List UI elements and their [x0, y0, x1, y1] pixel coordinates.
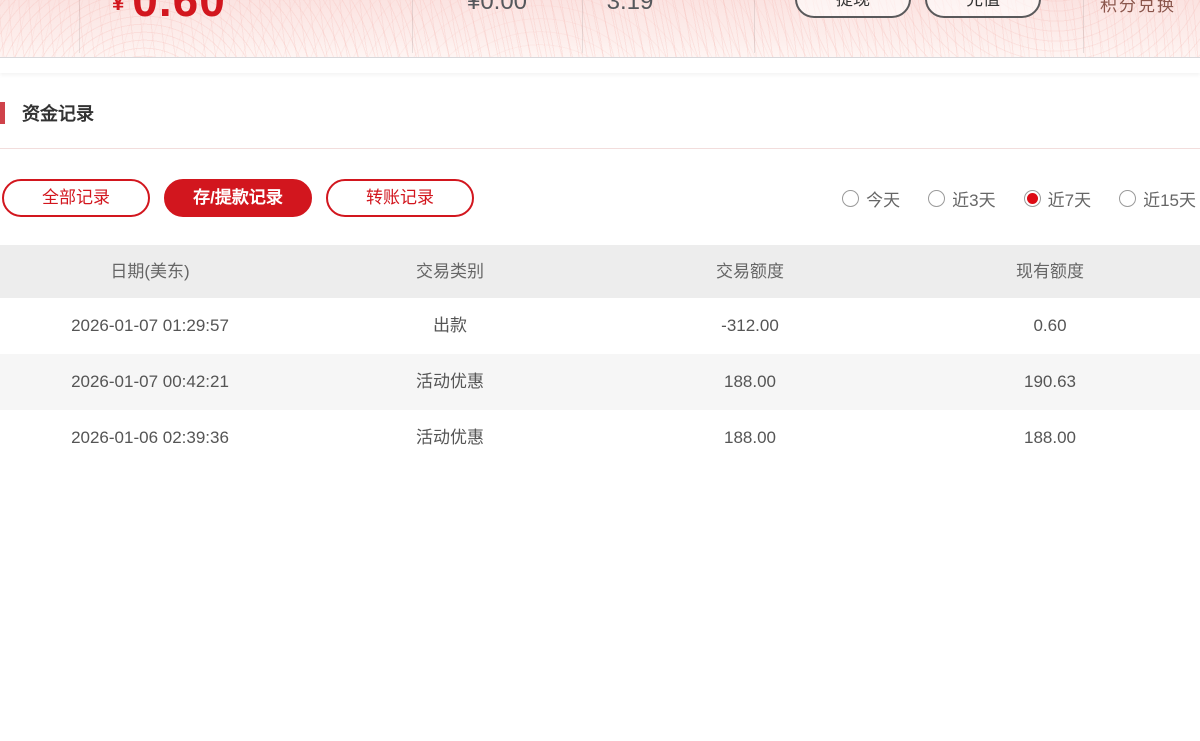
- cell-amount: 188.00: [600, 354, 900, 410]
- table-row: 2026-01-06 02:39:36活动优惠188.00188.00: [0, 410, 1200, 466]
- range-option-近7天[interactable]: 近7天: [1024, 186, 1091, 211]
- table-row: 2026-01-07 01:29:57出款-312.000.60: [0, 298, 1200, 354]
- cell-type: 活动优惠: [300, 410, 600, 466]
- range-label: 今天: [866, 186, 900, 211]
- column-header: 交易额度: [600, 245, 900, 298]
- wallet-balance: ¥0.60: [112, 0, 226, 27]
- cell-amount: -312.00: [600, 298, 900, 354]
- range-label: 近3天: [952, 186, 995, 211]
- cell-date: 2026-01-07 00:42:21: [0, 354, 300, 410]
- cell-date: 2026-01-07 01:29:57: [0, 298, 300, 354]
- banner-divider: [754, 0, 755, 53]
- yen-symbol: ¥: [112, 0, 124, 15]
- table-header-row: 日期(美东)交易类别交易额度现有额度: [0, 245, 1200, 298]
- column-header: 交易类别: [300, 245, 600, 298]
- range-option-近15天[interactable]: 近15天: [1119, 186, 1196, 211]
- range-label: 近7天: [1048, 186, 1091, 211]
- wallet-summary-banner: ¥0.60 ¥0.00 3.19 提现 充值 积分兑换: [0, 0, 1200, 57]
- range-option-今天[interactable]: 今天: [842, 186, 900, 211]
- points-exchange-link[interactable]: 积分兑换: [1100, 0, 1176, 16]
- cell-balance: 190.63: [900, 354, 1200, 410]
- section-accent-bar: [0, 102, 5, 124]
- withdraw-button[interactable]: 提现: [795, 0, 911, 18]
- balance-amount: 0.60: [132, 0, 226, 26]
- wallet-stat-frozen: ¥0.00: [412, 0, 582, 16]
- banner-divider: [79, 0, 80, 53]
- column-header: 现有额度: [900, 245, 1200, 298]
- recharge-button[interactable]: 充值: [925, 0, 1041, 18]
- section-header: 资金记录: [0, 101, 1200, 124]
- cell-type: 活动优惠: [300, 354, 600, 410]
- funds-table: 日期(美东)交易类别交易额度现有额度 2026-01-07 01:29:57出款…: [0, 245, 1200, 466]
- banner-divider: [1083, 0, 1084, 53]
- banner-bottom-edge: [0, 57, 1200, 73]
- cell-balance: 188.00: [900, 410, 1200, 466]
- wallet-stat-points: 3.19: [560, 0, 700, 16]
- tab-存/提款记录[interactable]: 存/提款记录: [164, 179, 312, 217]
- page-title: 资金记录: [22, 100, 94, 126]
- tab-全部记录[interactable]: 全部记录: [2, 179, 150, 217]
- radio-icon[interactable]: [1024, 190, 1041, 207]
- funds-record-section: 资金记录 全部记录存/提款记录转账记录 今天近3天近7天近15天 日期(美东)交…: [0, 73, 1200, 466]
- column-header: 日期(美东): [0, 245, 300, 298]
- range-label: 近15天: [1143, 186, 1196, 211]
- date-range-radios: 今天 近3天 近7天 近15天: [842, 186, 1196, 211]
- radio-icon[interactable]: [842, 190, 859, 207]
- table-body: 2026-01-07 01:29:57出款-312.000.602026-01-…: [0, 298, 1200, 466]
- filter-toolbar: 全部记录存/提款记录转账记录 今天 近3天 近7天 近15天: [0, 179, 1200, 217]
- range-option-近3天[interactable]: 近3天: [928, 186, 995, 211]
- radio-icon[interactable]: [928, 190, 945, 207]
- cell-balance: 0.60: [900, 298, 1200, 354]
- record-type-tabs: 全部记录存/提款记录转账记录: [0, 179, 474, 217]
- cell-date: 2026-01-06 02:39:36: [0, 410, 300, 466]
- cell-type: 出款: [300, 298, 600, 354]
- section-divider: [0, 148, 1200, 149]
- tab-转账记录[interactable]: 转账记录: [326, 179, 474, 217]
- table-row: 2026-01-07 00:42:21活动优惠188.00190.63: [0, 354, 1200, 410]
- cell-amount: 188.00: [600, 410, 900, 466]
- radio-icon[interactable]: [1119, 190, 1136, 207]
